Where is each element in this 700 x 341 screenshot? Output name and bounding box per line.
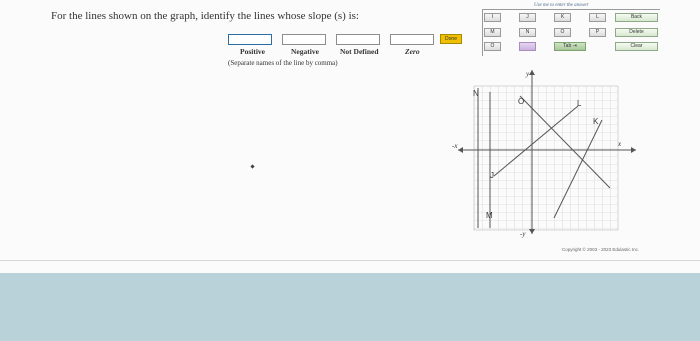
graph-grid [473, 85, 619, 231]
label-line-N: N [473, 89, 479, 98]
clear-button[interactable]: Clear [615, 42, 658, 51]
keypad: I J K L Back M N O P Delete O Tab ⇥ Clea… [482, 9, 660, 56]
answer-positive-input[interactable] [228, 34, 272, 45]
key-P[interactable]: P [589, 28, 606, 37]
x-arrow-left-icon [458, 147, 463, 153]
label-line-J: J [490, 171, 494, 180]
back-button[interactable]: Back [615, 13, 658, 22]
key-M[interactable]: M [484, 28, 501, 37]
divider [0, 260, 700, 261]
tab-key-label: Tab [563, 43, 572, 49]
y-arrow-up-icon [529, 70, 535, 75]
x-arrow-right-icon [631, 147, 636, 153]
label-positive: Positive [240, 47, 265, 56]
answer-negative-input[interactable] [282, 34, 326, 45]
key-I[interactable]: I [484, 13, 501, 22]
axis-y-neg-label: -y [520, 230, 526, 238]
axis-x-neg-label: -x [452, 142, 458, 150]
label-negative: Negative [291, 47, 319, 56]
question-text: For the lines shown on the graph, identi… [51, 10, 359, 22]
answer-zero-input[interactable] [390, 34, 434, 45]
answer-not-defined-input[interactable] [336, 34, 380, 45]
key-N[interactable]: N [519, 28, 536, 37]
page: For the lines shown on the graph, identi… [0, 0, 700, 273]
key-J[interactable]: J [519, 13, 536, 22]
label-zero: Zero [405, 47, 420, 56]
label-line-M: M [486, 211, 493, 220]
key-blank[interactable] [519, 42, 536, 51]
arrow-right-icon: ⇥ [572, 43, 577, 49]
key-O[interactable]: O [554, 28, 571, 37]
copyright-text: Copyright © 2003 - 2023 Edulastic Inc. [562, 247, 640, 252]
cursor-icon [250, 164, 255, 169]
label-not-defined: Not Defined [340, 47, 379, 56]
y-arrow-down-icon [529, 229, 535, 234]
label-line-K: K [593, 117, 599, 126]
delete-button[interactable]: Delete [615, 28, 658, 37]
tab-key[interactable]: Tab ⇥ [554, 42, 586, 51]
key-L[interactable]: L [589, 13, 606, 22]
keypad-title: Use me to enter the answer [534, 3, 589, 8]
axis-y-pos-label: y [525, 70, 530, 78]
done-button[interactable]: Done [440, 34, 462, 44]
label-line-L: L [577, 99, 582, 108]
coordinate-graph: N O L K J M x -x y -y [452, 70, 636, 238]
label-line-O: O [518, 97, 524, 106]
separate-hint: (Separate names of the line by comma) [228, 59, 338, 67]
axis-x-pos-label: x [617, 140, 622, 148]
key-K[interactable]: K [554, 13, 571, 22]
bottom-panel [0, 273, 700, 341]
key-O-second[interactable]: O [484, 42, 501, 51]
